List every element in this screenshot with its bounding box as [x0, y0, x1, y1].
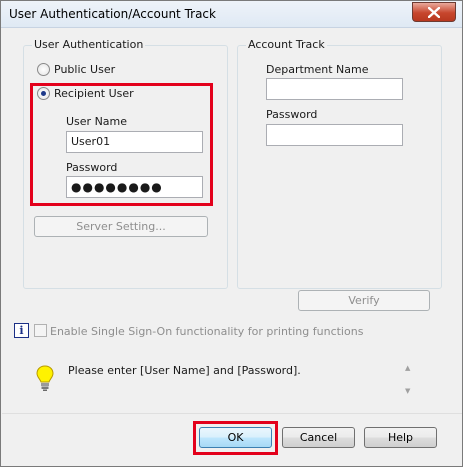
user-name-field[interactable]: User01 — [66, 131, 203, 153]
window-title: User Authentication/Account Track — [9, 7, 216, 21]
account-track-legend: Account Track — [246, 38, 327, 51]
account-password-label: Password — [266, 108, 318, 121]
ok-button[interactable]: OK — [199, 427, 272, 448]
help-button[interactable]: Help — [364, 427, 437, 448]
password-field[interactable]: ●●●●●●●● — [66, 176, 203, 198]
info-icon: i — [14, 323, 29, 338]
sso-checkbox[interactable] — [34, 324, 47, 337]
cancel-button[interactable]: Cancel — [282, 427, 355, 448]
department-name-field[interactable] — [266, 78, 403, 100]
recipient-user-radio-option[interactable]: Recipient User — [37, 87, 134, 100]
close-icon — [428, 6, 440, 18]
server-setting-button[interactable]: Server Setting... — [34, 216, 208, 237]
sso-label: Enable Single Sign-On functionality for … — [50, 325, 364, 338]
user-name-label: User Name — [66, 115, 128, 128]
lightbulb-icon — [36, 365, 54, 391]
public-user-radio[interactable] — [37, 63, 50, 76]
scroll-up-icon[interactable]: ▲ — [405, 364, 410, 372]
recipient-user-label: Recipient User — [54, 87, 134, 100]
department-name-label: Department Name — [266, 63, 369, 76]
scroll-down-icon[interactable]: ▼ — [405, 387, 410, 395]
account-password-field[interactable] — [266, 124, 403, 146]
recipient-user-radio[interactable] — [37, 87, 50, 100]
dialog-window: User Authentication/Account Track User A… — [0, 0, 463, 467]
public-user-label: Public User — [54, 63, 116, 76]
close-button[interactable] — [412, 2, 456, 22]
dialog-body: User Authentication Public User Recipien… — [2, 29, 462, 466]
verify-button[interactable]: Verify — [298, 290, 430, 311]
user-authentication-legend: User Authentication — [32, 38, 146, 51]
message-text: Please enter [User Name] and [Password]. — [68, 364, 301, 377]
public-user-radio-option[interactable]: Public User — [37, 63, 115, 76]
password-label: Password — [66, 161, 118, 174]
title-bar[interactable]: User Authentication/Account Track — [1, 1, 462, 28]
